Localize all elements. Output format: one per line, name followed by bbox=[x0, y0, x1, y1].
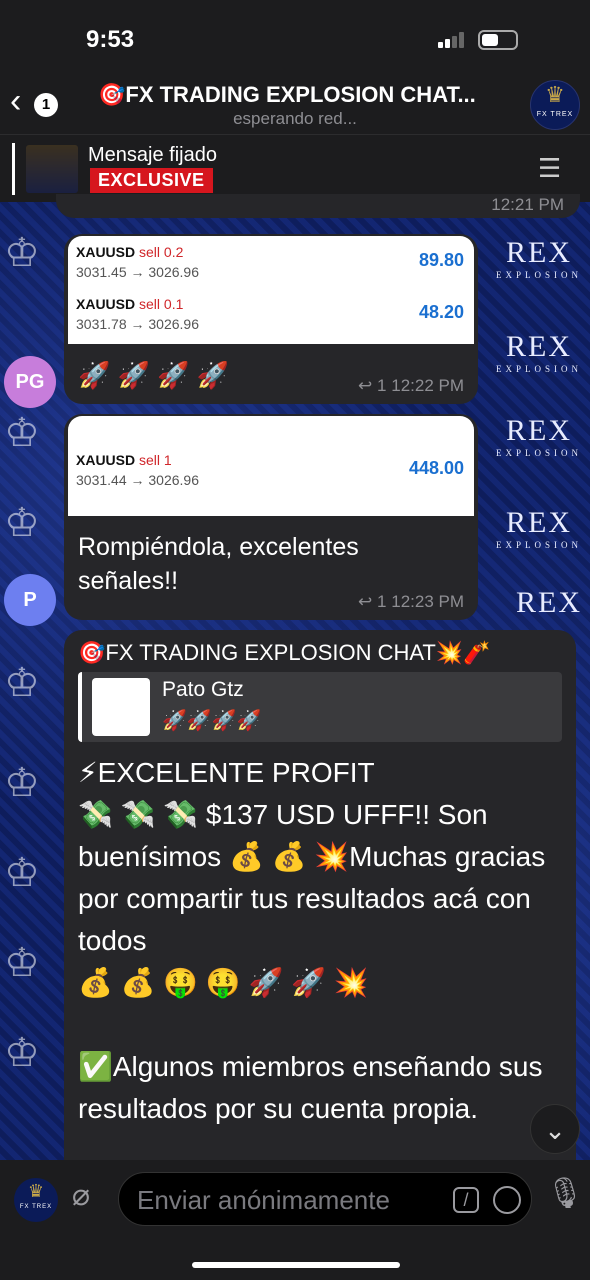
chat-header: ‹ 1 🎯FX TRADING EXPLOSION CHAT... espera… bbox=[0, 76, 590, 134]
pinned-message-bar[interactable]: Mensaje fijado EXCLUSIVE ☰ bbox=[0, 134, 590, 202]
message-time: 12:23 PM bbox=[391, 592, 464, 611]
quoted-reply[interactable]: Pato Gtz 🚀🚀🚀🚀 bbox=[78, 672, 562, 742]
trade-row: XAUUSD sell 1 3031.44 → 3026.96 448.00 bbox=[76, 452, 464, 488]
timer-icon[interactable] bbox=[493, 1186, 521, 1214]
quoted-author: Pato Gtz bbox=[162, 678, 244, 701]
watermark: REX EXPLOSION bbox=[495, 506, 582, 550]
pinned-thumbnail bbox=[26, 145, 78, 193]
fx-trex-logo-icon: FX TREX bbox=[536, 111, 574, 118]
trade-screenshot[interactable]: XAUUSD sell 0.2 3031.45 → 3026.96 89.80 … bbox=[68, 236, 474, 344]
chevron-down-icon: ⌄ bbox=[544, 1115, 566, 1145]
pinned-indicator bbox=[12, 143, 15, 195]
post-line: 💸 💸 💸 $137 USD UFFF!! Son buenísimos 💰 💰… bbox=[78, 799, 546, 956]
post-line: ⚡EXCELENTE PROFIT bbox=[78, 757, 375, 788]
fx-trex-logo-icon: FX TREX bbox=[19, 1204, 53, 1210]
chat-avatar[interactable]: ♛ FX TREX bbox=[530, 80, 580, 130]
watermark: REX bbox=[516, 586, 582, 619]
message-meta[interactable]: ↩ 1 12:22 PM bbox=[358, 376, 464, 396]
post-line: ✅Algunos miembros enseñando sus resultad… bbox=[78, 1051, 543, 1124]
avatar[interactable]: P bbox=[4, 574, 56, 626]
message-text: 🚀 🚀 🚀 🚀 bbox=[78, 360, 230, 390]
status-time: 9:53 bbox=[86, 26, 135, 53]
reply-arrow-icon: ↩ bbox=[358, 376, 373, 395]
trade-screenshot[interactable]: XAUUSD sell 1 3031.44 → 3026.96 448.00 bbox=[68, 416, 474, 516]
reply-count: 1 bbox=[377, 376, 387, 395]
paperclip-icon[interactable]: ⌀ bbox=[72, 1178, 90, 1213]
previous-message-time: 12:21 PM bbox=[56, 194, 580, 218]
message-text: Rompiéndola, excelentes señales!! bbox=[78, 533, 359, 595]
exclusive-badge: EXCLUSIVE bbox=[90, 168, 213, 193]
crown-icon: ♔ bbox=[4, 1030, 40, 1076]
slash-command-icon[interactable]: / bbox=[453, 1187, 479, 1213]
crown-icon: ♔ bbox=[4, 660, 40, 706]
chat-title[interactable]: 🎯FX TRADING EXPLOSION CHAT... bbox=[98, 82, 476, 108]
microphone-icon[interactable]: 🎙 bbox=[546, 1176, 584, 1211]
trade-row: XAUUSD sell 0.2 3031.45 → 3026.96 89.80 bbox=[76, 244, 464, 280]
message-bubble[interactable]: XAUUSD sell 1 3031.44 → 3026.96 448.00 R… bbox=[64, 414, 478, 620]
crown-icon: ♔ bbox=[4, 940, 40, 986]
channel-post-bubble[interactable]: 🎯FX TRADING EXPLOSION CHAT💥🧨 Pato Gtz 🚀🚀… bbox=[64, 630, 576, 1190]
scroll-to-bottom-button[interactable]: ⌄ bbox=[530, 1104, 580, 1154]
crown-icon: ♛ bbox=[27, 1181, 45, 1201]
pin-list-icon[interactable]: ☰ bbox=[538, 153, 561, 184]
quoted-text: 🚀🚀🚀🚀 bbox=[162, 710, 262, 732]
signal-icon bbox=[438, 32, 466, 48]
message-time: 12:22 PM bbox=[391, 376, 464, 395]
crown-icon: ♛ bbox=[545, 83, 565, 108]
reply-count: 1 bbox=[377, 592, 387, 611]
trade-row: XAUUSD sell 0.1 3031.78 → 3026.96 48.20 bbox=[76, 296, 464, 332]
send-as-avatar[interactable]: ♛ FX TREX bbox=[14, 1178, 58, 1222]
reply-arrow-icon: ↩ bbox=[358, 592, 373, 611]
connection-status: esperando red... bbox=[233, 109, 357, 128]
watermark: REX EXPLOSION bbox=[495, 414, 582, 458]
battery-icon bbox=[478, 30, 518, 50]
crown-icon: ♔ bbox=[4, 850, 40, 896]
channel-post-body: ⚡EXCELENTE PROFIT 💸 💸 💸 $137 USD UFFF!! … bbox=[78, 752, 568, 1130]
message-input[interactable]: Enviar anónimamente / bbox=[118, 1172, 532, 1226]
watermark: REX EXPLOSION bbox=[495, 330, 582, 374]
message-input-placeholder: Enviar anónimamente bbox=[137, 1185, 390, 1215]
message-meta[interactable]: ↩ 1 12:23 PM bbox=[358, 592, 464, 612]
avatar[interactable]: PG bbox=[4, 356, 56, 408]
status-bar: 9:53 bbox=[0, 0, 590, 76]
wallpaper-crowns: ♔ ♔ ♔ ♔ ♔ ♔ ♔ ♔ bbox=[0, 200, 70, 1170]
crown-icon: ♔ bbox=[4, 410, 40, 456]
channel-post-author[interactable]: 🎯FX TRADING EXPLOSION CHAT💥🧨 bbox=[78, 640, 491, 666]
crown-icon: ♔ bbox=[4, 500, 40, 546]
crown-icon: ♔ bbox=[4, 230, 40, 276]
post-line: 💰 💰 🤑 🤑 🚀 🚀 💥 bbox=[78, 967, 369, 998]
pinned-label: Mensaje fijado bbox=[88, 144, 217, 166]
watermark: REX EXPLOSION bbox=[495, 236, 582, 280]
crown-icon: ♔ bbox=[4, 760, 40, 806]
message-bubble[interactable]: XAUUSD sell 0.2 3031.45 → 3026.96 89.80 … bbox=[64, 234, 478, 404]
home-indicator bbox=[192, 1262, 400, 1268]
quoted-thumbnail bbox=[92, 678, 150, 736]
